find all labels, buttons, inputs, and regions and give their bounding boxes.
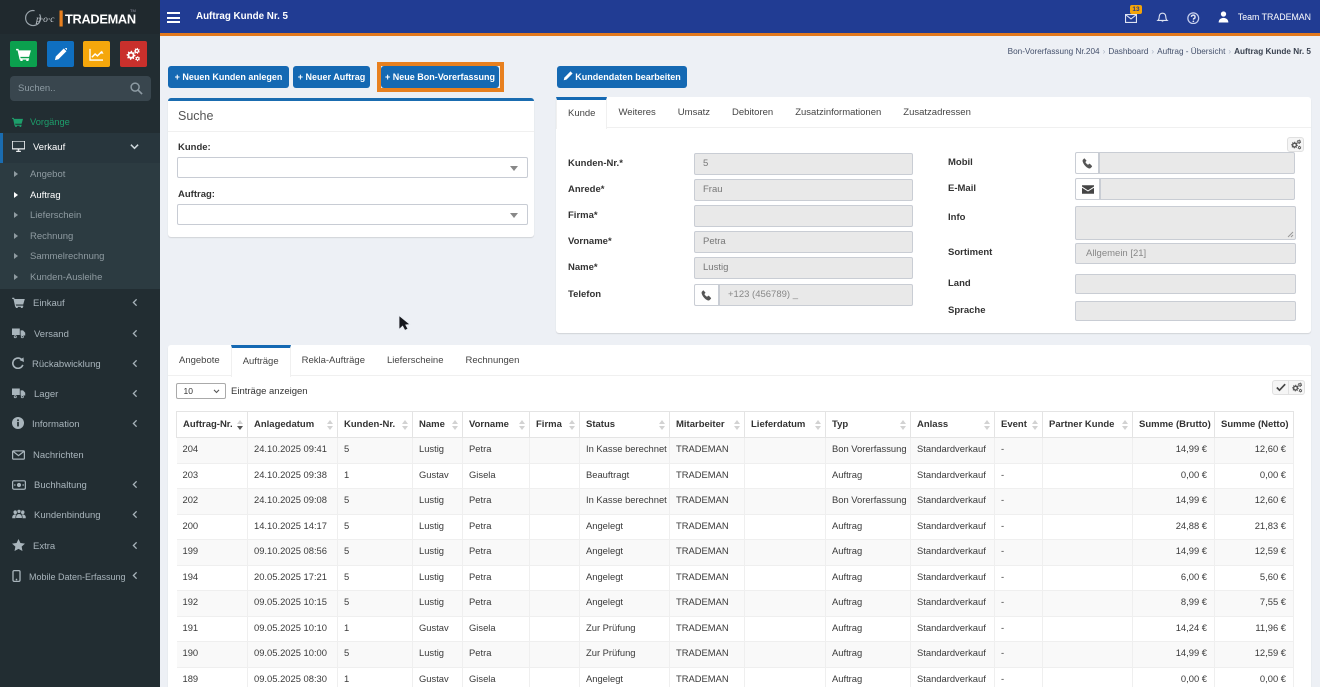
svg-text:TM: TM: [130, 8, 136, 13]
svg-text:TRADEMAN: TRADEMAN: [65, 12, 136, 27]
svg-text:p·o·c: p·o·c: [35, 15, 55, 25]
